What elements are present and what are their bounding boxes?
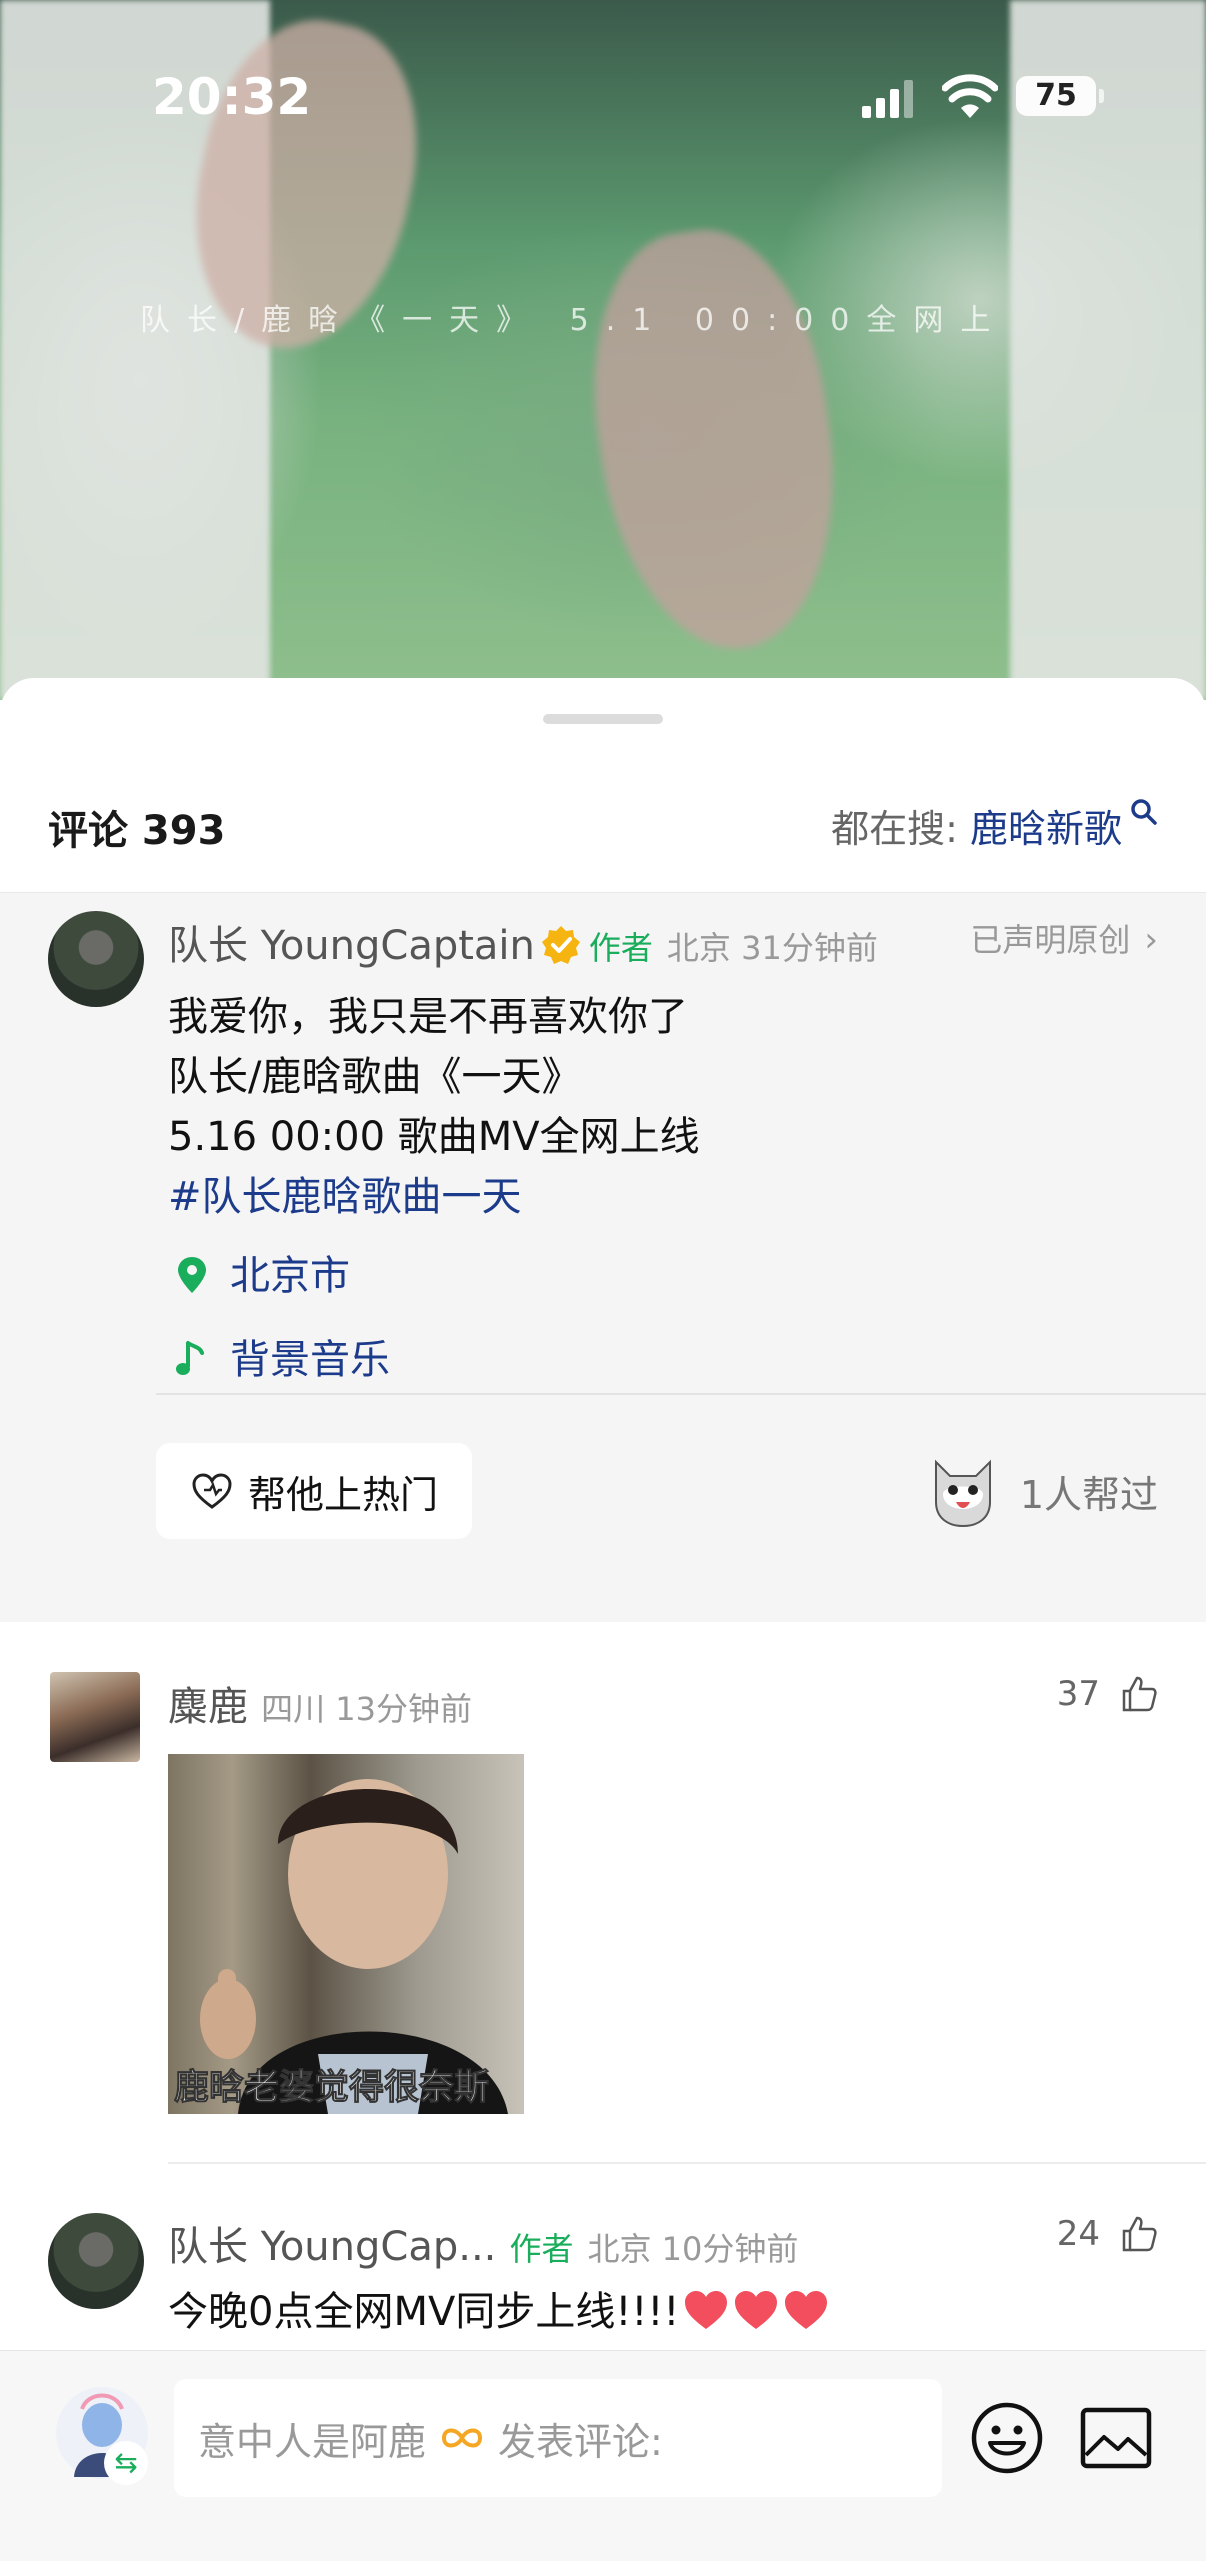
comments-sheet: 评论 393 都在搜: 鹿晗新歌 队长 YoungCaptain 作者 北京 31分… bbox=[0, 678, 1206, 2561]
author-tag: 作者 bbox=[588, 929, 653, 967]
comment-input-bar: ⇆ 意中人是阿鹿 发表评论: bbox=[0, 2350, 1206, 2561]
post-hashtag[interactable]: #队长鹿晗歌曲一天 bbox=[168, 1167, 700, 1227]
author-name[interactable]: 队长 YoungCaptain bbox=[168, 923, 535, 969]
video-subtitle: 队长/鹿晗《一天》 5.1 00:00全网上 bbox=[140, 303, 1008, 338]
comment-location-time: 四川 13分钟前 bbox=[261, 1690, 472, 1728]
emoji-button-icon[interactable] bbox=[970, 2401, 1044, 2475]
like-button[interactable]: 37 bbox=[1057, 1674, 1158, 1714]
comments-header: 评论 393 都在搜: 鹿晗新歌 bbox=[0, 798, 1206, 868]
sheet-drag-handle[interactable] bbox=[543, 714, 663, 724]
battery-icon: 75 bbox=[1016, 76, 1104, 116]
infinity-icon bbox=[442, 2428, 483, 2448]
trending-prefix: 都在搜: bbox=[831, 807, 970, 851]
like-count: 37 bbox=[1056, 1674, 1100, 1714]
commenter-avatar[interactable] bbox=[50, 1672, 140, 1762]
video-frame-hand-right bbox=[571, 216, 859, 664]
comment-meta: 麋鹿 四川 13分钟前 bbox=[168, 1674, 472, 1732]
declared-original-link[interactable]: 已声明原创 › bbox=[970, 915, 1158, 961]
commenter-avatar[interactable] bbox=[48, 2213, 144, 2309]
author-post-location-time: 北京 31分钟前 bbox=[666, 929, 878, 967]
thumbs-up-icon bbox=[1122, 2216, 1157, 2252]
boost-hot-button[interactable]: 帮他上热门 bbox=[156, 1443, 472, 1539]
heart-outline-icon bbox=[192, 1473, 232, 1509]
trending-keyword[interactable]: 鹿晗新歌 bbox=[970, 807, 1122, 851]
comment-meme-image[interactable]: 鹿晗老婆觉得很奈斯 bbox=[168, 1754, 524, 2114]
post-line: 5.16 00:00 歌曲MV全网上线 bbox=[168, 1114, 700, 1160]
red-heart-emoji-icon bbox=[785, 2291, 828, 2329]
post-location-label: 北京市 bbox=[230, 1253, 350, 1299]
author-post: 队长 YoungCaptain 作者 北京 31分钟前 已声明原创 › 我爱你，我只是… bbox=[0, 892, 1206, 1622]
swap-identity-icon[interactable]: ⇆ bbox=[104, 2441, 148, 2485]
chevron-right-icon: › bbox=[1144, 920, 1158, 960]
comment-text: 今晚0点全网MV同步上线!!!! bbox=[168, 2279, 829, 2337]
comment-input-persona: 意中人是阿鹿 bbox=[198, 2419, 427, 2464]
post-line: 队长/鹿晗歌曲《一天》 bbox=[168, 1054, 582, 1100]
music-note-icon bbox=[176, 1341, 204, 1375]
wifi-icon bbox=[942, 74, 998, 118]
verified-badge-icon bbox=[541, 926, 580, 964]
thumbs-up-icon bbox=[1122, 1676, 1157, 1712]
post-line: 我爱你，我只是不再喜欢你了 bbox=[168, 994, 688, 1040]
author-avatar[interactable] bbox=[48, 911, 144, 1007]
red-heart-emoji-icon bbox=[735, 2291, 778, 2329]
comments-count: 评论 393 bbox=[48, 808, 226, 854]
post-location-link[interactable]: 北京市 bbox=[172, 1243, 350, 1301]
search-icon bbox=[1131, 799, 1157, 825]
comment-input-placeholder: 发表评论: bbox=[498, 2419, 663, 2464]
commenter-name[interactable]: 队长 YoungCap... bbox=[168, 2224, 496, 2270]
commenter-name[interactable]: 麋鹿 bbox=[168, 1684, 248, 1730]
like-button[interactable]: 24 bbox=[1057, 2214, 1158, 2254]
location-pin-icon bbox=[178, 1257, 206, 1293]
cellular-signal-icon bbox=[862, 80, 913, 118]
like-count: 24 bbox=[1056, 2214, 1100, 2254]
divider bbox=[168, 2162, 1206, 2164]
comment-meta: 队长 YoungCap... 作者 北京 10分钟前 bbox=[168, 2214, 798, 2272]
declared-original-label: 已声明原创 bbox=[970, 921, 1131, 959]
author-post-body: 我爱你，我只是不再喜欢你了 队长/鹿晗歌曲《一天》 5.16 00:00 歌曲M… bbox=[168, 987, 700, 1227]
boost-hot-label: 帮他上热门 bbox=[248, 1472, 439, 1517]
post-music-link[interactable]: 背景音乐 bbox=[172, 1327, 390, 1385]
status-bar: 20:32 75 bbox=[0, 0, 1206, 150]
status-time: 20:32 bbox=[152, 68, 312, 126]
my-avatar[interactable]: ⇆ bbox=[54, 2385, 150, 2485]
comment-location-time: 北京 10分钟前 bbox=[587, 2230, 799, 2268]
helpers-info[interactable]: 1人帮过 bbox=[928, 1451, 1158, 1531]
image-picker-icon[interactable] bbox=[1080, 2407, 1152, 2469]
trending-search-link[interactable]: 都在搜: 鹿晗新歌 bbox=[831, 798, 1158, 853]
meme-caption: 鹿晗老婆觉得很奈斯 bbox=[173, 2068, 490, 2109]
comment-text-body: 今晚0点全网MV同步上线!!!! bbox=[168, 2289, 680, 2335]
helpers-count: 1人帮过 bbox=[1019, 1472, 1158, 1517]
divider bbox=[156, 1393, 1206, 1395]
comment-input[interactable]: 意中人是阿鹿 发表评论: bbox=[174, 2379, 942, 2497]
cat-sticker-avatar bbox=[934, 1459, 991, 1528]
post-music-label: 背景音乐 bbox=[230, 1337, 390, 1383]
author-tag: 作者 bbox=[509, 2230, 574, 2268]
red-heart-emoji-icon bbox=[685, 2291, 728, 2329]
